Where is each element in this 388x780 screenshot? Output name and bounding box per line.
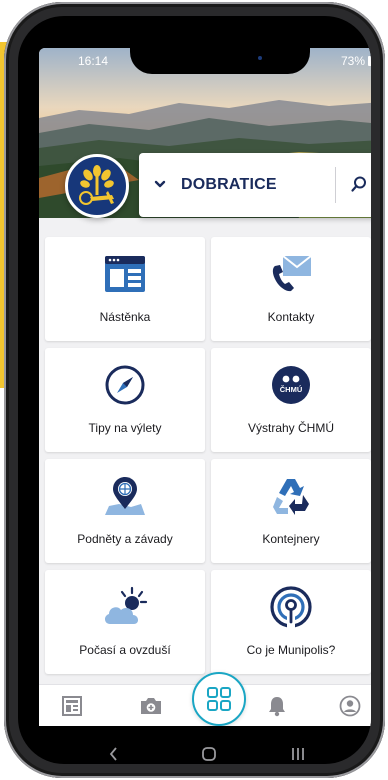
status-battery: 73%	[341, 54, 371, 68]
system-home-icon[interactable]	[201, 746, 217, 762]
chmu-badge-icon: ČHMÚ	[211, 362, 371, 408]
tile-label: Výstrahy ČHMÚ	[247, 421, 334, 435]
tile-bulletin-board[interactable]: Nástěnka	[45, 237, 205, 341]
municipality-selector[interactable]: DOBRATICE	[139, 153, 371, 217]
compass-icon	[45, 362, 205, 408]
system-back-icon[interactable]	[108, 746, 120, 762]
municipality-name: DOBRATICE	[181, 176, 277, 193]
search-icon[interactable]	[350, 175, 368, 198]
weather-cloud-sun-icon	[45, 584, 205, 630]
selector-divider	[335, 167, 336, 203]
app-screen: 16:14 73% DOBRATICE Nástěnka Kontakty Ti…	[39, 48, 371, 726]
phone-frame: 16:14 73% DOBRATICE Nástěnka Kontakty Ti…	[4, 2, 385, 778]
tile-about-munipolis[interactable]: Co je Munipolis?	[211, 570, 371, 674]
profile-icon[interactable]	[337, 693, 363, 719]
newspaper-icon[interactable]	[59, 693, 85, 719]
tile-label: Kontejnery	[262, 532, 320, 546]
battery-percent: 73%	[340, 54, 365, 68]
contacts-phone-icon	[211, 251, 371, 297]
tile-containers[interactable]: Kontejnery	[211, 459, 371, 563]
recycle-icon	[211, 473, 371, 519]
front-camera	[258, 56, 262, 60]
tile-contacts[interactable]: Kontakty	[211, 237, 371, 341]
system-recents-icon[interactable]	[290, 746, 306, 762]
chmu-badge-text: ČHMÚ	[280, 385, 303, 394]
tile-label: Nástěnka	[99, 310, 151, 324]
map-pin-globe-icon	[45, 473, 205, 519]
camera-plus-icon[interactable]	[138, 693, 164, 719]
bell-icon[interactable]	[264, 693, 290, 719]
tile-label: Podněty a závady	[77, 532, 173, 546]
grid-icon[interactable]	[192, 672, 246, 726]
tile-label: Kontakty	[267, 310, 315, 324]
municipality-logo	[65, 154, 129, 218]
tile-label: Co je Munipolis?	[246, 643, 336, 657]
bulletin-board-icon	[45, 251, 205, 297]
system-navigation-bar	[18, 726, 371, 764]
tile-trip-tips[interactable]: Tipy na výlety	[45, 348, 205, 452]
tile-label: Počasí a ovzduší	[79, 643, 171, 657]
tile-weather[interactable]: Počasí a ovzduší	[45, 570, 205, 674]
broadcast-icon	[211, 584, 371, 630]
tile-issues-reports[interactable]: Podněty a závady	[45, 459, 205, 563]
tile-label: Tipy na výlety	[88, 421, 162, 435]
notch	[130, 34, 310, 74]
tile-chmu-warnings[interactable]: ČHMÚ Výstrahy ČHMÚ	[211, 348, 371, 452]
chevron-down-icon[interactable]	[153, 177, 167, 196]
status-time: 16:14	[78, 54, 109, 68]
phone-bezel: 16:14 73% DOBRATICE Nástěnka Kontakty Ti…	[18, 16, 371, 764]
battery-icon	[368, 56, 371, 66]
